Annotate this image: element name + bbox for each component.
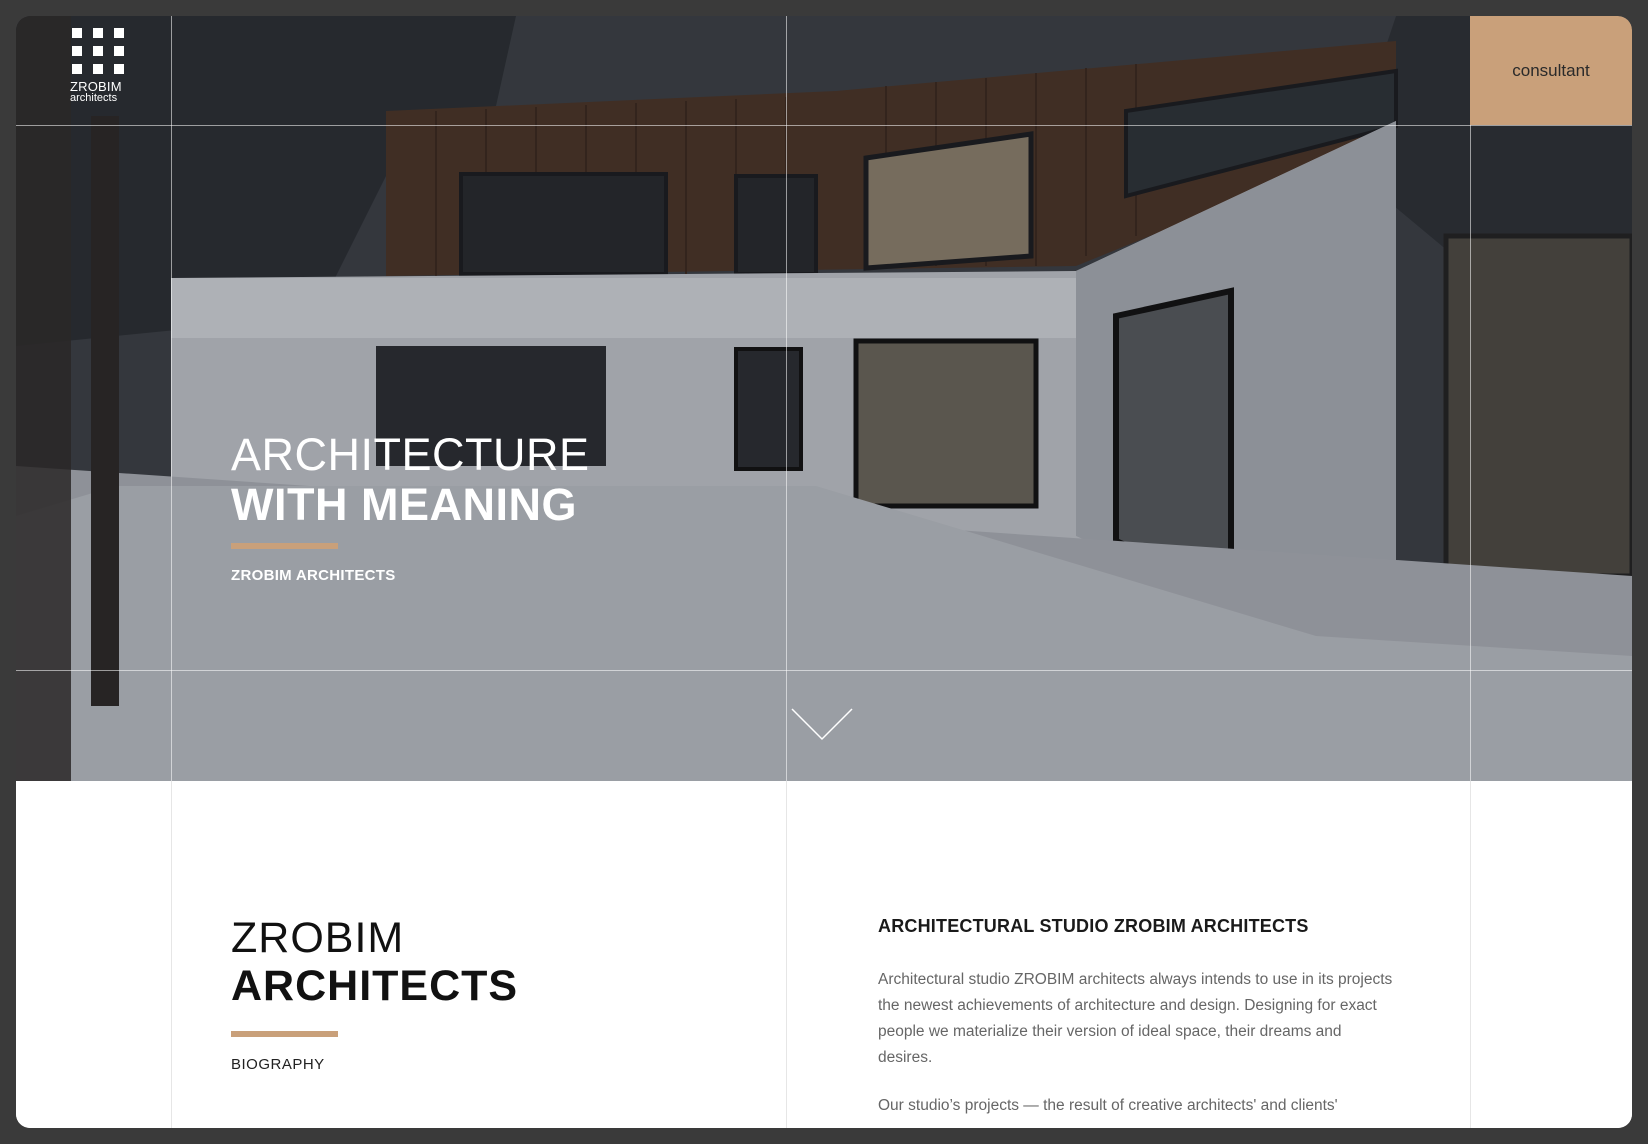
grid-line xyxy=(1470,16,1471,781)
about-title-line2: ARCHITECTS xyxy=(231,962,519,1010)
hero-title-line1: ARCHITECTURE xyxy=(231,429,590,480)
grid-line xyxy=(786,16,787,781)
hero-title-line2: WITH MEANING xyxy=(231,479,577,530)
grid-line xyxy=(16,125,1632,126)
about-title: ZROBIM ARCHITECTS xyxy=(231,914,518,1010)
grid-line xyxy=(171,16,172,781)
page-frame: ZROBIM architects consultant ARCHITECTUR… xyxy=(16,16,1632,1128)
logo-grid-icon xyxy=(72,28,126,74)
about-section: ZROBIM ARCHITECTS BIOGRAPHY ARCHITECTURA… xyxy=(16,781,1632,1128)
hero-subtitle: ZROBIM ARCHITECTS xyxy=(231,567,396,584)
about-subtitle: BIOGRAPHY xyxy=(231,1056,325,1073)
studio-paragraph: Our studio’s projects — the result of cr… xyxy=(878,1097,1338,1114)
logo-sub: architects xyxy=(70,92,118,104)
logo[interactable]: ZROBIM architects xyxy=(70,28,126,104)
grid-line xyxy=(16,670,1632,671)
hero-title: ARCHITECTURE WITH MEANING xyxy=(231,430,590,530)
hero-dark-overlay xyxy=(16,16,1632,781)
about-accent-bar xyxy=(231,1031,338,1037)
studio-heading: ARCHITECTURAL STUDIO ZROBIM ARCHITECTS xyxy=(878,916,1309,936)
chevron-down-icon xyxy=(791,708,853,741)
about-title-line1: ZROBIM xyxy=(231,914,405,962)
hero-section: ZROBIM architects consultant ARCHITECTUR… xyxy=(16,16,1632,781)
grid-line xyxy=(171,781,172,1128)
grid-line xyxy=(786,781,787,1128)
scroll-down-button[interactable] xyxy=(791,708,853,747)
consultant-button[interactable]: consultant xyxy=(1470,16,1632,125)
hero-accent-bar xyxy=(231,543,338,549)
grid-line xyxy=(1470,781,1471,1128)
studio-paragraph: Architectural studio ZROBIM architects a… xyxy=(878,971,1393,1066)
